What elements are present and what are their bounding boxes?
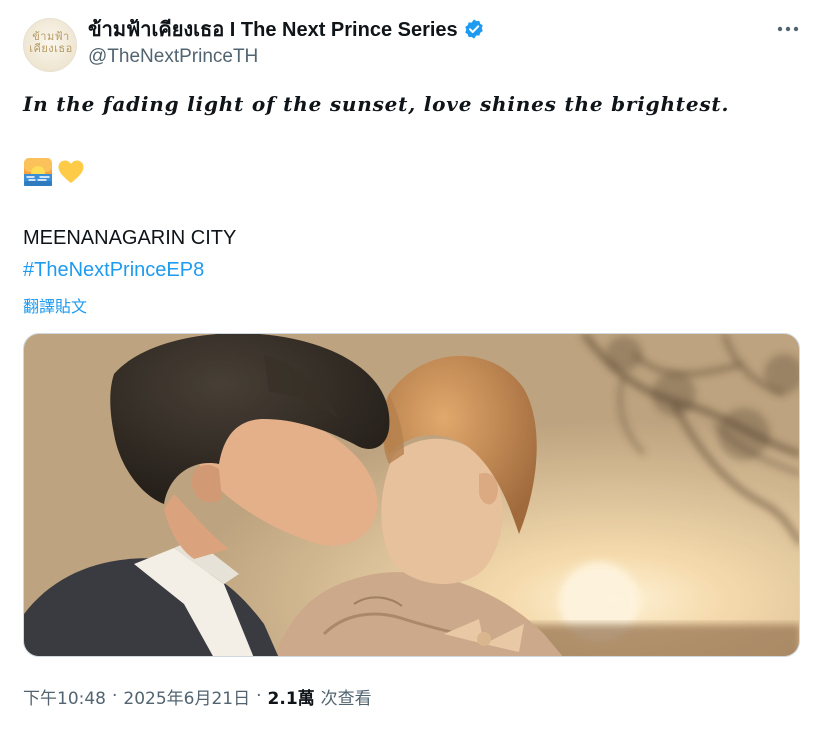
- more-dots-icon: [777, 26, 799, 32]
- sunset-photo: [24, 334, 799, 656]
- post-meta: 下午10:48 · 2025年6月21日 · 2.1萬 次查看: [23, 683, 372, 709]
- author-handle[interactable]: @TheNextPrinceTH: [88, 46, 258, 68]
- author-display-name[interactable]: ข้ามฟ้าเคียงเธอ I The Next Prince Series: [88, 13, 458, 45]
- view-label: 次查看: [320, 688, 372, 709]
- meta-separator: ·: [112, 686, 118, 706]
- avatar-logo-line2: เคียงเธอ: [29, 42, 73, 55]
- view-count: 2.1萬: [267, 688, 315, 709]
- translate-post-link[interactable]: 翻譯貼文: [23, 293, 87, 317]
- verified-badge-icon[interactable]: [463, 18, 485, 40]
- avatar[interactable]: ข้ามฟ้า เคียงเธอ: [23, 18, 77, 72]
- tweet-card: ข้ามฟ้า เคียงเธอ ข้ามฟ้าเคียงเธอ I The N…: [0, 0, 829, 733]
- emoji-row: [23, 157, 85, 187]
- author-name-row: ข้ามฟ้าเคียงเธอ I The Next Prince Series: [88, 16, 485, 42]
- sunrise-over-water-icon: [24, 158, 52, 186]
- location-line: MEENANAGARIN CITY: [23, 227, 237, 249]
- post-date[interactable]: 2025年6月21日: [123, 684, 250, 709]
- avatar-logo: ข้ามฟ้า เคียงเธอ: [24, 31, 76, 55]
- post-time[interactable]: 下午10:48: [23, 684, 106, 709]
- meta-separator: ·: [256, 686, 262, 706]
- post-media-image[interactable]: [23, 333, 800, 657]
- yellow-heart-icon: [58, 160, 84, 183]
- post-headline: In the fading light of the sunset, love …: [23, 92, 730, 116]
- more-options-button[interactable]: [770, 16, 806, 42]
- hashtag-link[interactable]: #TheNextPrinceEP8: [23, 259, 204, 282]
